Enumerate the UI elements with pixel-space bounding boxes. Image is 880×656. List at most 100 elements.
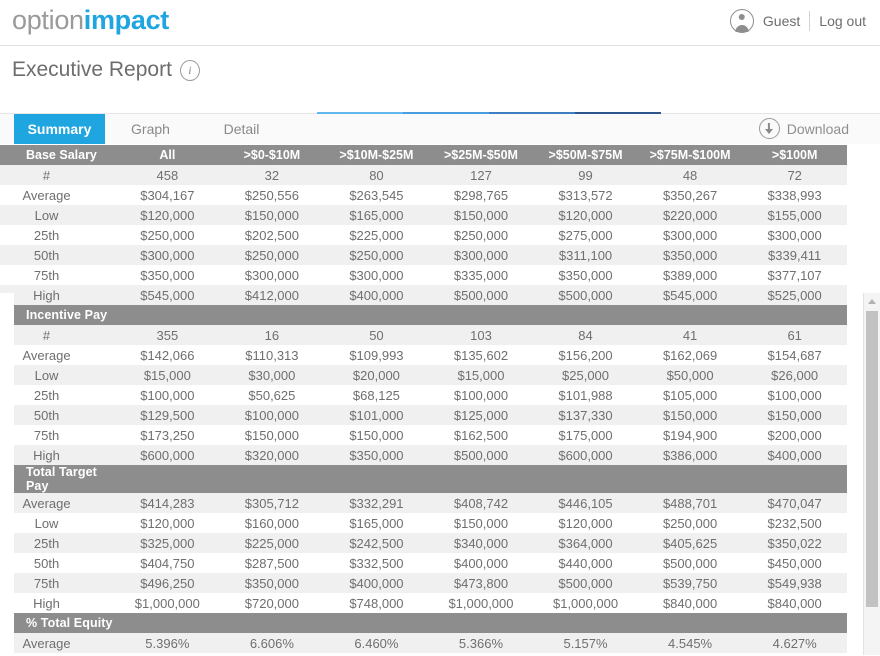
table-cell: $304,167: [115, 185, 220, 205]
row-label: Average: [0, 493, 115, 513]
table-cell: $377,107: [742, 265, 847, 285]
table-cell: 50: [324, 325, 429, 345]
table-cell: $125,000: [429, 405, 534, 425]
table-cell: $748,000: [324, 593, 429, 613]
account-area: Guest Log out: [730, 9, 866, 33]
table-cell: $200,000: [742, 425, 847, 445]
user-avatar-icon: [730, 9, 754, 33]
row-label: Low: [0, 365, 115, 385]
table-cell: $446,105: [533, 493, 638, 513]
row-label: High: [0, 285, 115, 305]
table-row: Low0.023%2.000%0.840%0.497%0.216%0.200%0…: [0, 653, 847, 655]
column-header: >$100M: [742, 145, 847, 165]
section-header-cell: [324, 613, 429, 633]
table-cell: $720,000: [220, 593, 325, 613]
table-row: 25th$100,000$50,625$68,125$100,000$101,9…: [0, 385, 847, 405]
table-cell: $1,000,000: [533, 593, 638, 613]
tab-summary[interactable]: Summary: [14, 114, 105, 144]
table-cell: $332,500: [324, 553, 429, 573]
table-row: 25th$325,000$225,000$242,500$340,000$364…: [0, 533, 847, 553]
table-cell: $350,000: [533, 265, 638, 285]
table-cell: $263,545: [324, 185, 429, 205]
table-cell: $105,000: [638, 385, 743, 405]
table-cell: $150,000: [324, 425, 429, 445]
table-cell: $100,000: [220, 405, 325, 425]
section-header-cell: [638, 305, 743, 325]
table-cell: $364,000: [533, 533, 638, 553]
section-header-cell: [638, 465, 743, 493]
table-row: Low$15,000$30,000$20,000$15,000$25,000$5…: [0, 365, 847, 385]
table-row: 75th$496,250$350,000$400,000$473,800$500…: [0, 573, 847, 593]
table-cell: $1,000,000: [429, 593, 534, 613]
table-cell: $162,500: [429, 425, 534, 445]
table-row: 75th$350,000$300,000$300,000$335,000$350…: [0, 265, 847, 285]
table-cell: 0.216%: [533, 653, 638, 655]
table-cell: $26,000: [742, 365, 847, 385]
table-cell: $15,000: [429, 365, 534, 385]
section-header-cell: [429, 465, 534, 493]
logout-link[interactable]: Log out: [819, 13, 866, 29]
table-cell: $135,602: [429, 345, 534, 365]
table-cell: $120,000: [115, 513, 220, 533]
table-cell: 61: [742, 325, 847, 345]
table-cell: $400,000: [742, 445, 847, 465]
section-header-cell: [638, 613, 743, 633]
table-cell: $400,000: [324, 573, 429, 593]
row-label: 75th: [0, 265, 115, 285]
account-divider: [809, 11, 810, 31]
download-button[interactable]: Download: [759, 118, 849, 139]
table-cell: $350,000: [115, 265, 220, 285]
table-cell: $338,993: [742, 185, 847, 205]
table-cell: 355: [115, 325, 220, 345]
table-cell: $20,000: [324, 365, 429, 385]
table-scrollbar[interactable]: [863, 293, 880, 655]
brand-logo-part1: option: [12, 5, 84, 35]
table-cell: $109,993: [324, 345, 429, 365]
scroll-up-arrow-icon[interactable]: [864, 293, 880, 309]
table-cell: $332,291: [324, 493, 429, 513]
table-cell: $473,800: [429, 573, 534, 593]
row-label: #: [0, 325, 115, 345]
table-cell: $25,000: [533, 365, 638, 385]
table-row: Average$142,066$110,313$109,993$135,602$…: [0, 345, 847, 365]
info-icon[interactable]: i: [180, 60, 200, 81]
table-cell: $300,000: [115, 245, 220, 265]
table-cell: $68,125: [324, 385, 429, 405]
tab-list: SummaryGraphDetail: [14, 114, 287, 144]
table-cell: $313,572: [533, 185, 638, 205]
table-cell: $202,500: [220, 225, 325, 245]
section-header-cell: [742, 613, 847, 633]
table-row: #3551650103844161: [0, 325, 847, 345]
table-cell: $600,000: [533, 445, 638, 465]
column-header: >$75M-$100M: [638, 145, 743, 165]
table-cell: $165,000: [324, 205, 429, 225]
table-cell: $404,750: [115, 553, 220, 573]
scrollbar-thumb[interactable]: [866, 311, 878, 607]
table-cell: $311,100: [533, 245, 638, 265]
column-header: >$10M-$25M: [324, 145, 429, 165]
table-cell: 0.023%: [742, 653, 847, 655]
table-cell: $156,200: [533, 345, 638, 365]
table-cell: $150,000: [220, 425, 325, 445]
table-cell: $500,000: [533, 285, 638, 305]
section-header-cell: [324, 465, 429, 493]
table-cell: $150,000: [638, 405, 743, 425]
row-label: 50th: [0, 553, 115, 573]
brand-logo[interactable]: optionimpact: [12, 5, 169, 36]
table-cell: $225,000: [220, 533, 325, 553]
table-row: #4583280127994872: [0, 165, 847, 185]
table-row: High$1,000,000$720,000$748,000$1,000,000…: [0, 593, 847, 613]
table-row: Low$120,000$160,000$165,000$150,000$120,…: [0, 513, 847, 533]
section-header-cell: [115, 465, 220, 493]
top-bar: optionimpact Guest Log out: [0, 0, 880, 46]
tab-graph[interactable]: Graph: [105, 114, 196, 144]
table-cell: $242,500: [324, 533, 429, 553]
column-header: >$0-$10M: [220, 145, 325, 165]
section-header-cell: [742, 305, 847, 325]
table-cell: $545,000: [115, 285, 220, 305]
table-cell: $500,000: [533, 573, 638, 593]
table-cell: $100,000: [115, 385, 220, 405]
tab-detail[interactable]: Detail: [196, 114, 287, 144]
table-row: High$545,000$412,000$400,000$500,000$500…: [0, 285, 847, 305]
table-cell: $549,938: [742, 573, 847, 593]
